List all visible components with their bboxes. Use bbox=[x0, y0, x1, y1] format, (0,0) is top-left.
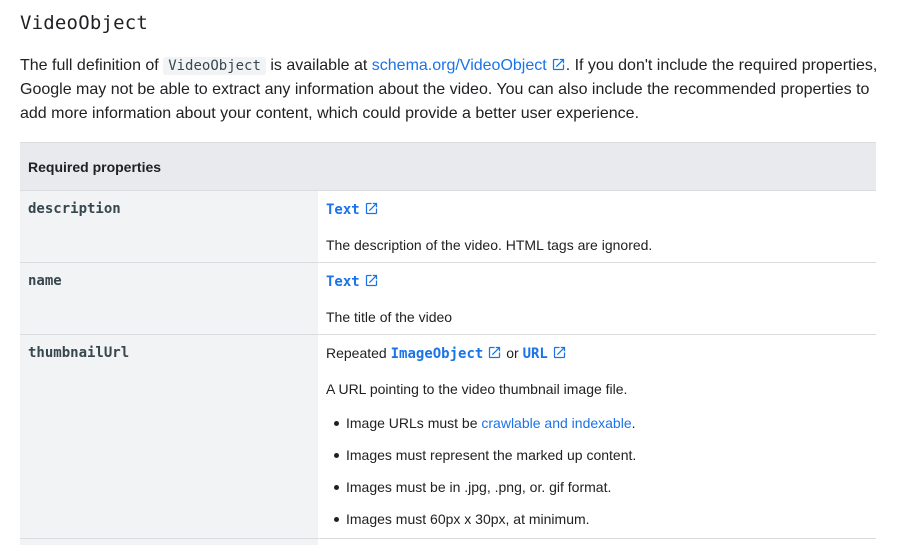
table-row: description Text The description of the … bbox=[20, 191, 876, 263]
property-name: name bbox=[28, 273, 62, 289]
open-in-new-icon bbox=[487, 345, 502, 360]
intro-text-2: is available at bbox=[265, 57, 372, 74]
imageobject-type-link[interactable]: ImageObject bbox=[391, 346, 503, 362]
intro-text-1: The full definition of bbox=[20, 57, 164, 74]
type-or: or bbox=[502, 345, 523, 361]
bullet-suffix: . bbox=[631, 415, 636, 431]
list-item: Image URLs must be crawlable and indexab… bbox=[326, 413, 876, 445]
property-name: description bbox=[28, 201, 121, 217]
schema-org-link-label: schema.org/VideoObject bbox=[371, 57, 547, 74]
table-header: Required properties bbox=[20, 143, 876, 191]
description-cell: Text The description of the video. HTML … bbox=[318, 191, 876, 262]
url-type-label: URL bbox=[522, 346, 548, 362]
bullet-text: Image URLs must be bbox=[346, 415, 482, 431]
property-description: The description of the video. HTML tags … bbox=[326, 237, 653, 253]
properties-table: Required properties description Text The… bbox=[20, 142, 876, 545]
property-cell: thumbnailUrl bbox=[20, 335, 318, 538]
property-cell bbox=[20, 539, 318, 545]
url-type-link[interactable]: URL bbox=[523, 346, 567, 362]
property-cell: name bbox=[20, 263, 318, 334]
section-heading: VideoObject bbox=[20, 12, 149, 34]
open-in-new-icon bbox=[552, 345, 567, 360]
page: VideoObject The full definition of Video… bbox=[0, 0, 898, 545]
intro-code: VideoObject bbox=[163, 57, 266, 75]
property-description: The title of the video bbox=[326, 309, 453, 325]
crawlable-indexable-link[interactable]: crawlable and indexable bbox=[481, 415, 631, 431]
description-cell: Repeated ImageObject or URL A URL pointi… bbox=[318, 335, 876, 538]
list-item: Images must be in .jpg, .png, or. gif fo… bbox=[326, 477, 876, 509]
requirements-list: Image URLs must be crawlable and indexab… bbox=[326, 413, 876, 541]
table-row: thumbnailUrl Repeated ImageObject or URL… bbox=[20, 335, 876, 539]
list-item: Images must represent the marked up cont… bbox=[326, 445, 876, 477]
imageobject-type-label: ImageObject bbox=[390, 346, 484, 362]
intro-paragraph: The full definition of VideoObject is av… bbox=[20, 54, 880, 126]
property-description: A URL pointing to the video thumbnail im… bbox=[326, 381, 628, 397]
open-in-new-icon bbox=[364, 201, 379, 216]
text-type-link[interactable]: Text bbox=[326, 202, 379, 218]
open-in-new-icon bbox=[364, 273, 379, 288]
schema-org-link[interactable]: schema.org/VideoObject bbox=[372, 57, 566, 74]
table-row: name Text The title of the video bbox=[20, 263, 876, 335]
type-line: Text bbox=[326, 199, 876, 219]
description-cell: Text The title of the video bbox=[318, 263, 876, 334]
type-line: Text bbox=[326, 271, 876, 291]
text-type-link[interactable]: Text bbox=[326, 274, 379, 290]
type-line: Repeated ImageObject or URL bbox=[326, 343, 876, 363]
text-type-label: Text bbox=[326, 202, 360, 218]
property-cell: description bbox=[20, 191, 318, 262]
list-item: Images must 60px x 30px, at minimum. bbox=[326, 509, 876, 541]
text-type-label: Text bbox=[326, 274, 360, 290]
open-in-new-icon bbox=[551, 57, 566, 72]
property-name: thumbnailUrl bbox=[28, 345, 130, 361]
type-prefix: Repeated bbox=[326, 345, 391, 361]
